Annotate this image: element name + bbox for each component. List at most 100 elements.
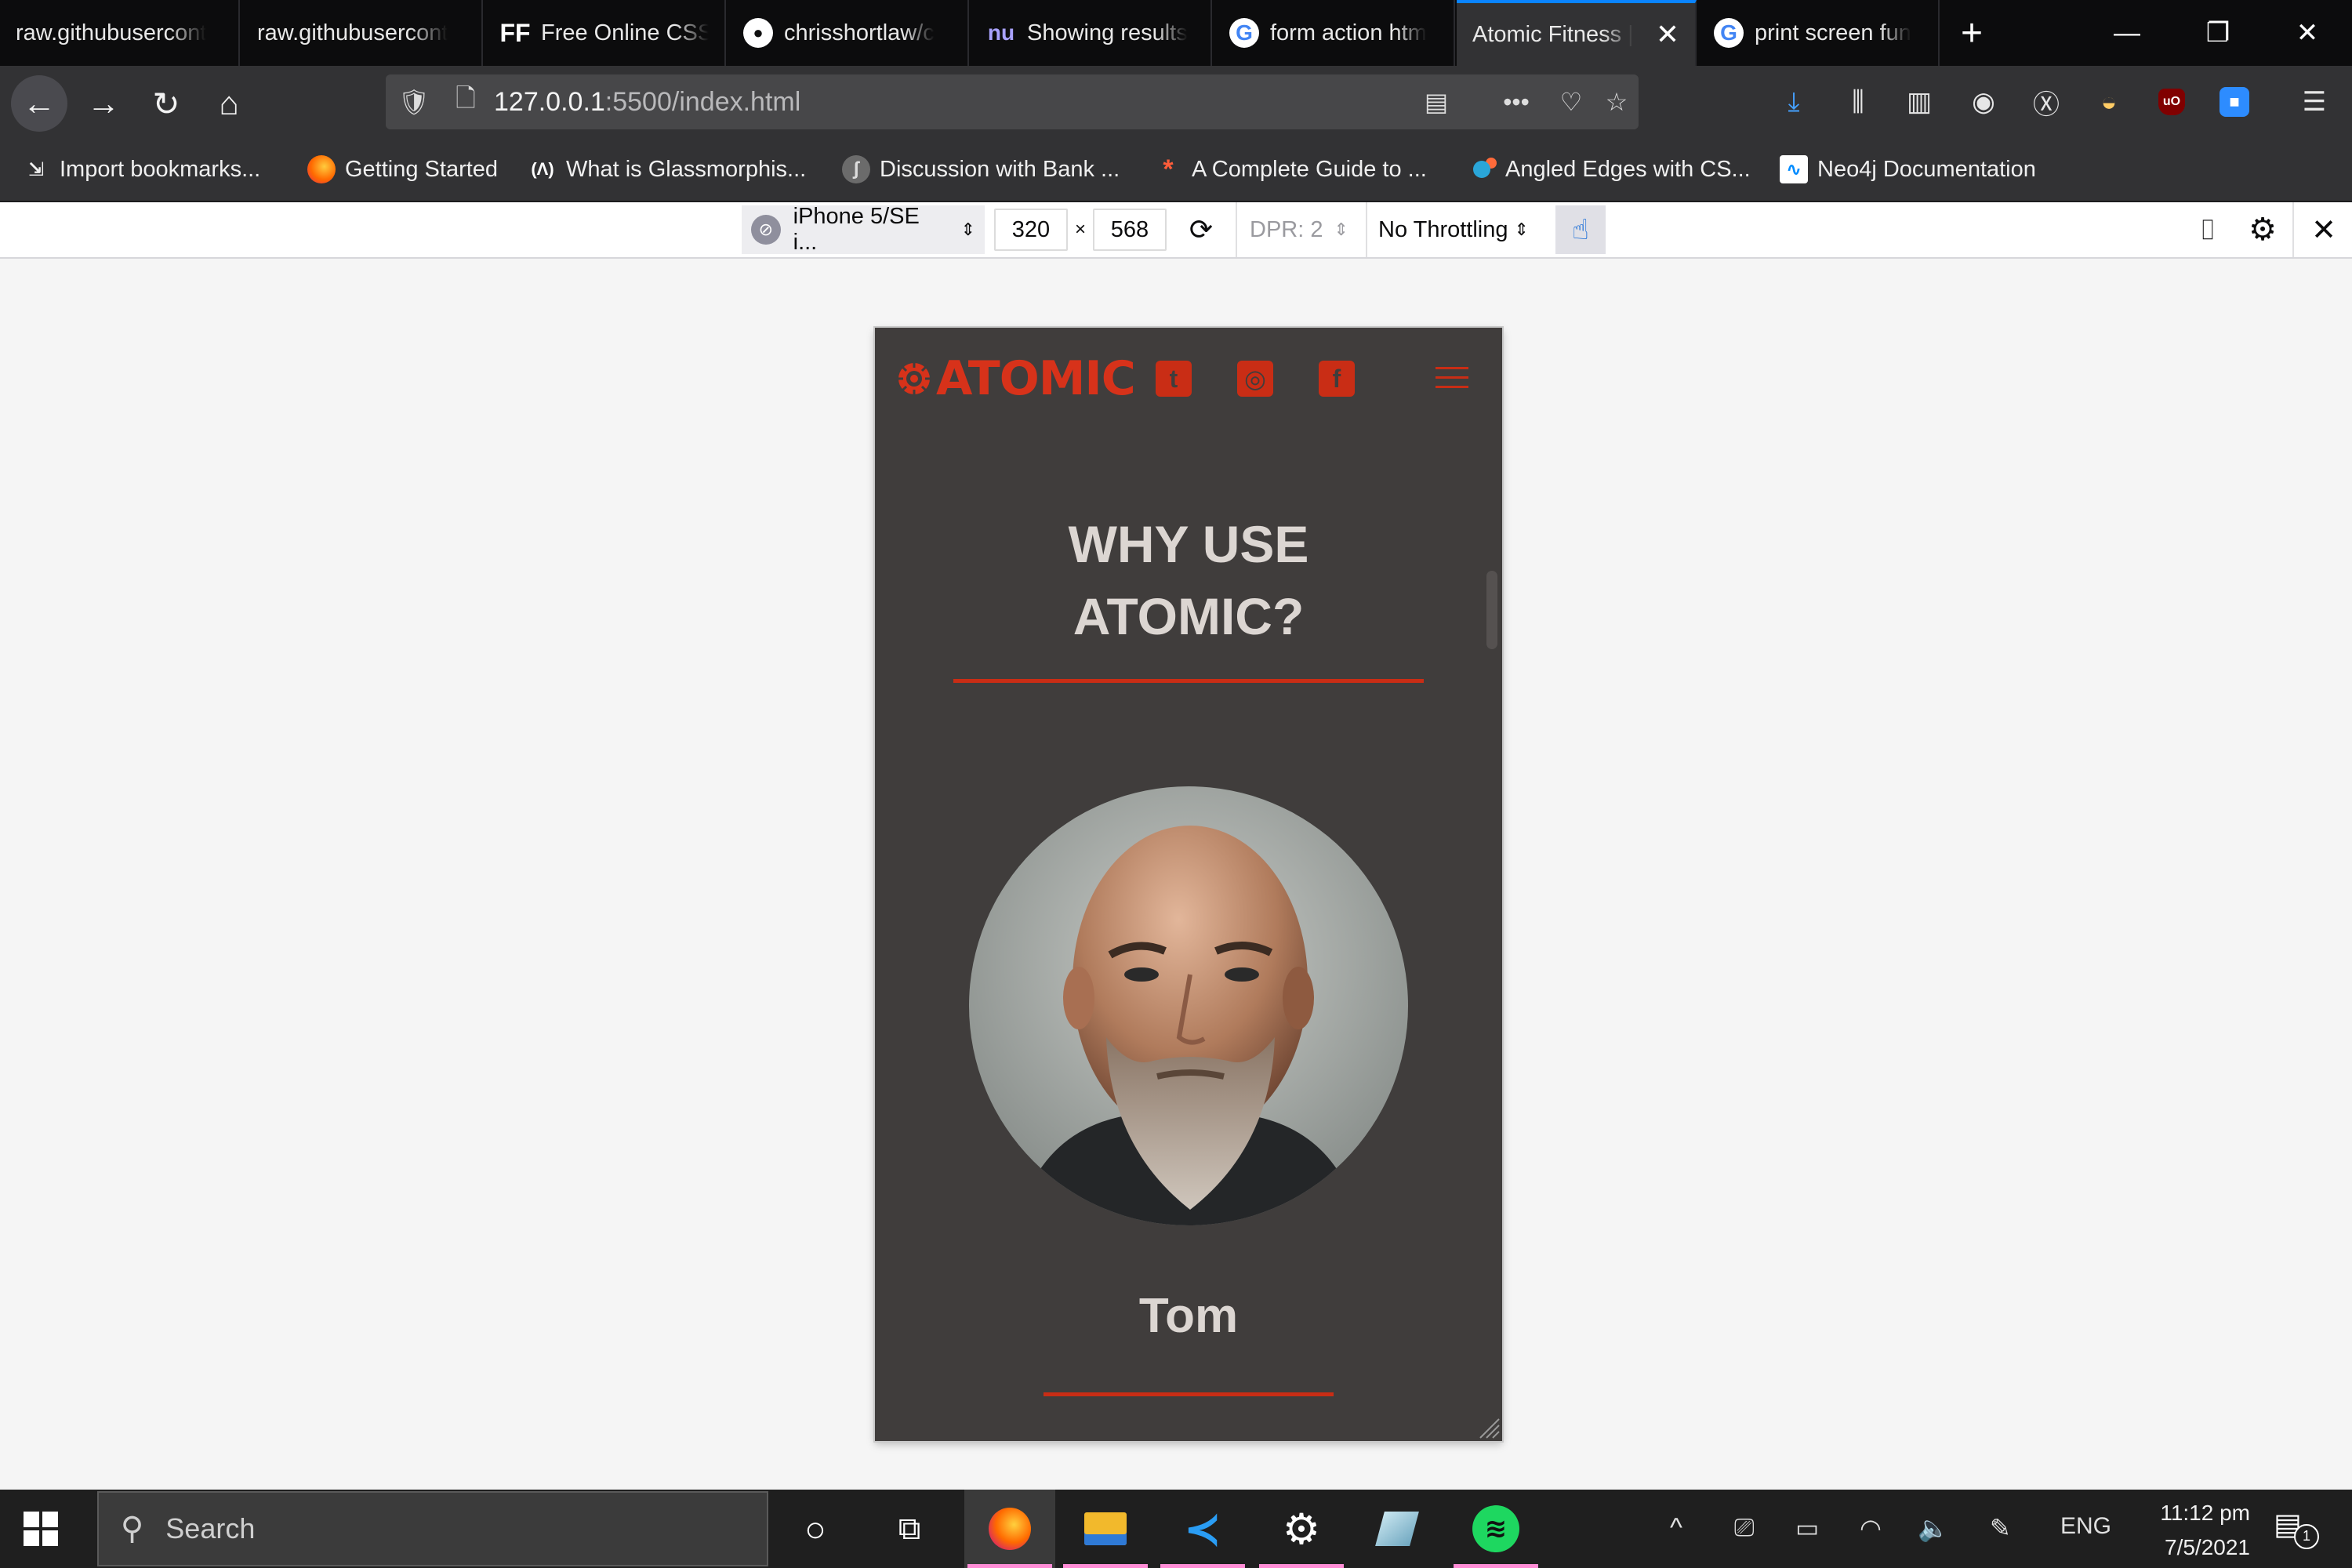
tab-bar: raw.githubusercont raw.githubusercont FF… [0,0,2352,66]
battery-icon[interactable]: ▭ [1795,1513,1819,1543]
ff-icon: FF [499,18,531,47]
firefox-icon [307,155,336,183]
bookmarks-toolbar: ⇲ Import bookmarks... Getting Started (Λ… [0,138,2352,202]
zoom-extension-icon[interactable]: ■ [2216,83,2253,121]
page-icon: 🗋 [456,84,476,112]
ublock-icon[interactable]: uO [2153,83,2190,121]
vscode-icon: ≺ [1183,1504,1222,1555]
resize-handle-icon[interactable] [1477,1416,1501,1439]
scrollbar-thumb[interactable] [1486,571,1497,649]
taskbar-settings[interactable]: ⚙ [1256,1490,1347,1568]
tab-atomic-fitness[interactable]: Atomic Fitness | ✕ [1457,0,1697,66]
dpr-selector[interactable]: DPR: 2 ⇕ [1250,205,1363,254]
pen-icon[interactable]: ✎ [1990,1513,2011,1543]
cortana-icon[interactable]: ○ [770,1490,861,1568]
address-bar[interactable]: 🛡 🗋 127.0.0.1:5500/index.html ▤ ••• ♡ ☆ [386,74,1639,129]
tab-raw-github-1[interactable]: raw.githubusercont [0,0,240,66]
windows-start-icon[interactable] [24,1512,58,1546]
settings-gear-icon[interactable]: ⚙ [2239,205,2286,254]
url-text: 127.0.0.1:5500/index.html [494,86,801,117]
width-input[interactable]: 320 [994,209,1068,251]
bookmark-complete-guide[interactable]: * A Complete Guide to ... [1154,152,1426,187]
reader-view-icon[interactable]: ▤ [1419,85,1454,119]
toolbar-divider [2292,202,2294,257]
pocket-icon[interactable]: ♡ [1554,85,1588,119]
taskbar-firefox[interactable] [964,1490,1055,1568]
asterisk-icon: * [1163,154,1174,184]
language-indicator[interactable]: ENG [2060,1513,2111,1540]
bookmark-glassmorphism[interactable]: (Λ) What is Glassmorphis... [528,152,806,187]
nu-icon: nu [987,20,1015,45]
task-view-icon[interactable]: ⧉ [864,1490,955,1568]
menu-icon[interactable]: ☰ [2296,83,2333,121]
bookmark-angled-edges[interactable]: Angled Edges with CS... [1468,152,1751,187]
back-button[interactable]: ← [11,75,67,132]
downloads-icon[interactable]: ⤓ [1775,83,1813,121]
instagram-icon[interactable]: ◎ [1237,361,1273,397]
toolbar-divider [1236,202,1237,257]
atomic-logo[interactable]: ATOMIC [895,351,1136,406]
bookmark-star-icon[interactable]: ☆ [1599,85,1634,119]
restore-button[interactable]: ❐ [2173,0,2263,66]
taskbar-file-explorer[interactable] [1060,1490,1151,1568]
taskbar-vscode[interactable]: ≺ [1157,1490,1248,1568]
bookmark-import[interactable]: ⇲ Import bookmarks... [22,152,260,187]
folder-icon [1084,1512,1127,1545]
page-actions-icon[interactable]: ••• [1499,85,1534,119]
device-selector[interactable]: ⊘ iPhone 5/SE i... ⇕ [742,204,985,255]
bookmark-discussion[interactable]: ʃ Discussion with Bank ... [842,152,1120,187]
close-responsive-mode-icon[interactable]: ✕ [2300,205,2347,254]
settings-gear-icon: ⚙ [1282,1505,1321,1553]
touch-simulation-icon[interactable]: ☝ [1555,205,1606,254]
tab-form-action[interactable]: G form action htm [1214,0,1455,66]
trainer-name: Tom [1138,1289,1239,1343]
tab-showing-results[interactable]: nu Showing results [971,0,1212,66]
reload-button[interactable]: ↻ [138,75,194,132]
new-tab-button[interactable]: + [1946,0,1998,66]
system-clock[interactable]: 11:12 pm 7/5/2021 [2117,1496,2250,1565]
minimize-button[interactable]: — [2082,0,2172,66]
extension-eyes-icon[interactable]: ◒ [2090,83,2128,121]
library-icon[interactable]: ⫼ [1839,83,1877,121]
shield-icon[interactable]: 🛡 [397,85,431,119]
content-viewport: ATOMIC t ◎ f WHY USE ATOMIC? Tom [0,259,2352,1490]
windows-taskbar: ⚲ Search ○ ⧉ ≺ ⚙ ≋ ^ ⎚ ▭ ◠ 🔈 ✎ ENG 11:12… [0,1490,2352,1568]
discussion-icon: ʃ [842,155,870,183]
tab-github[interactable]: ● chrisshortlaw/c [728,0,969,66]
volume-icon[interactable]: 🔈 [1918,1513,1949,1543]
height-input[interactable]: 568 [1093,209,1167,251]
tab-raw-github-2[interactable]: raw.githubusercont [241,0,483,66]
rotate-icon[interactable]: ⟳ [1179,205,1223,254]
dropdown-arrows-icon: ⇕ [1514,220,1529,239]
bookmark-neo4j[interactable]: ∿ Neo4j Documentation [1780,152,2036,187]
extension-privacy-icon[interactable]: Ⓧ [2027,83,2065,121]
taskbar-spotify[interactable]: ≋ [1450,1490,1541,1568]
bookmark-getting-started[interactable]: Getting Started [307,152,498,187]
camera-icon[interactable]: ⎚ [1734,1513,1755,1543]
tab-free-online-css[interactable]: FF Free Online CSS [485,0,726,66]
close-window-button[interactable]: ✕ [2263,0,2352,66]
heading-underline [953,679,1424,683]
taskbar-snip-tool[interactable] [1352,1490,1443,1568]
forward-button[interactable]: → [75,75,132,132]
notification-count-badge: 1 [2294,1524,2319,1549]
wifi-icon[interactable]: ◠ [1860,1513,1882,1543]
screenshot-icon[interactable]: ⌷ [2184,205,2231,254]
notifications-icon[interactable]: ▤ 1 [2274,1507,2319,1551]
twitter-icon[interactable]: t [1156,361,1192,397]
facebook-icon[interactable]: f [1319,361,1355,397]
throttling-selector[interactable]: No Throttling ⇕ [1378,205,1540,254]
account-icon[interactable]: ◉ [1965,83,2002,121]
toolbar-divider [1366,202,1367,257]
section-heading: WHY USE ATOMIC? [1068,515,1309,645]
firefox-icon [989,1508,1031,1550]
tab-print-screen[interactable]: G print screen fun [1698,0,1940,66]
hamburger-menu-icon[interactable] [1436,367,1468,390]
sidebar-icon[interactable]: ▥ [1900,83,1938,121]
import-icon: ⇲ [27,158,45,180]
show-hidden-icons-icon[interactable]: ^ [1670,1513,1682,1544]
google-icon: G [1229,18,1259,48]
taskbar-search-box[interactable]: ⚲ Search [97,1491,768,1566]
close-tab-icon[interactable]: ✕ [1656,18,1679,51]
home-button[interactable]: ⌂ [201,75,257,132]
